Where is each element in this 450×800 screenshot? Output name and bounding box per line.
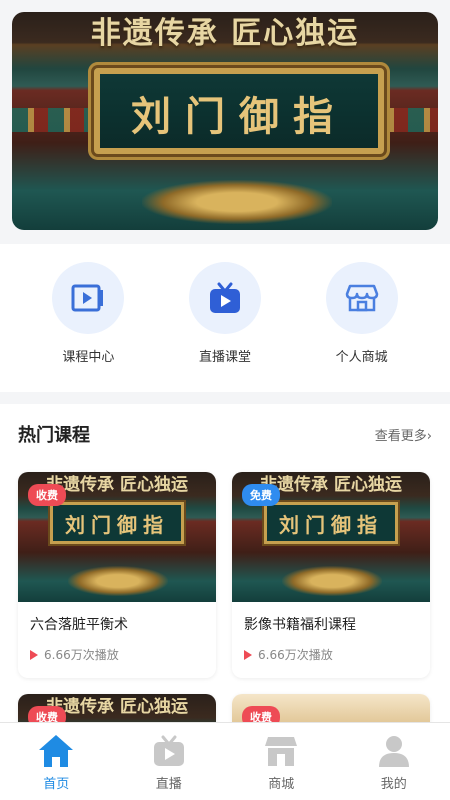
tab-shop[interactable]: 商城 — [236, 731, 326, 792]
banner-plaque: 刘门御指 — [94, 68, 384, 154]
play-icon — [244, 649, 252, 660]
shortcut-icon-circle — [188, 262, 261, 334]
course-card[interactable]: 非遗传承 匠心独运 刘门御指 免费 影像书籍福利课程 6.66万次播放 — [232, 472, 430, 678]
play-count: 6.66万次播放 — [258, 648, 333, 662]
banner-eagle-ornament — [142, 180, 332, 224]
shortcut-live-class[interactable]: 直播课堂 — [170, 262, 280, 392]
price-badge: 收费 — [28, 484, 66, 506]
shortcut-label: 个人商城 — [335, 350, 388, 365]
shortcut-label: 直播课堂 — [198, 350, 251, 365]
thumb-plaque-text: 刘门御指 — [279, 513, 383, 537]
price-badge: 免费 — [242, 484, 280, 506]
shortcut-row: 课程中心 直播课堂 个人商城 — [0, 244, 450, 392]
course-thumbnail: 非遗传承 匠心独运 刘门御指 收费 — [18, 472, 216, 602]
tab-label: 首页 — [43, 777, 70, 792]
course-center-icon — [71, 284, 104, 312]
tab-live[interactable]: 直播 — [124, 731, 214, 792]
course-info: 影像书籍福利课程 6.66万次播放 — [232, 602, 430, 678]
banner-slogan: 非遗传承 匠心独运 — [90, 16, 360, 51]
status-gap — [0, 0, 450, 12]
live-tv-icon — [209, 282, 240, 313]
thumb-eagle-ornament — [282, 566, 382, 596]
shop-icon — [345, 284, 378, 312]
user-icon — [378, 736, 409, 767]
shortcut-personal-shop[interactable]: 个人商城 — [307, 262, 417, 392]
thumb-plaque: 刘门御指 — [50, 502, 184, 544]
shop-icon — [265, 737, 298, 766]
course-meta: 6.66万次播放 — [30, 646, 204, 663]
thumb-eagle-ornament — [68, 566, 168, 596]
banner-plaque-text: 刘门御指 — [131, 93, 347, 140]
play-icon — [30, 649, 38, 660]
banner-image[interactable]: 非遗传承 匠心独运 刘门御指 — [12, 12, 438, 230]
course-thumbnail: 非遗传承 匠心独运 刘门御指 免费 — [232, 472, 430, 602]
view-more-link[interactable]: 查看更多› — [375, 425, 432, 444]
tab-home[interactable]: 首页 — [11, 731, 101, 792]
banner-container: 非遗传承 匠心独运 刘门御指 — [0, 12, 450, 244]
shortcut-course-center[interactable]: 课程中心 — [33, 262, 143, 392]
thumb-plaque: 刘门御指 — [264, 502, 398, 544]
home-page: 非遗传承 匠心独运 刘门御指 课程中心 直播课堂 个人商城 热门课程 查看更多›… — [0, 0, 450, 800]
bottom-tab-bar: 首页 直播 商城 我的 — [0, 722, 450, 800]
course-title: 影像书籍福利课程 — [244, 617, 356, 633]
hot-courses-title: 热门课程 — [18, 425, 90, 446]
course-meta: 6.66万次播放 — [244, 646, 418, 663]
tab-label: 商城 — [268, 777, 295, 792]
shortcut-icon-circle — [52, 262, 125, 334]
course-card[interactable]: 非遗传承 匠心独运 刘门御指 收费 六合落脏平衡术 6.66万次播放 — [18, 472, 216, 678]
home-icon — [39, 735, 74, 767]
shortcut-label: 课程中心 — [62, 350, 115, 365]
shortcut-icon-circle — [325, 262, 398, 334]
tab-label: 我的 — [380, 777, 407, 792]
course-info: 六合落脏平衡术 6.66万次播放 — [18, 602, 216, 678]
hot-courses-header: 热门课程 查看更多› — [0, 404, 450, 464]
section-divider — [0, 392, 450, 404]
play-count: 6.66万次播放 — [44, 648, 119, 662]
live-tv-icon — [153, 735, 184, 766]
tab-label: 直播 — [155, 777, 182, 792]
thumb-plaque-text: 刘门御指 — [65, 513, 169, 537]
course-title: 六合落脏平衡术 — [30, 617, 128, 633]
tab-mine[interactable]: 我的 — [349, 731, 439, 792]
